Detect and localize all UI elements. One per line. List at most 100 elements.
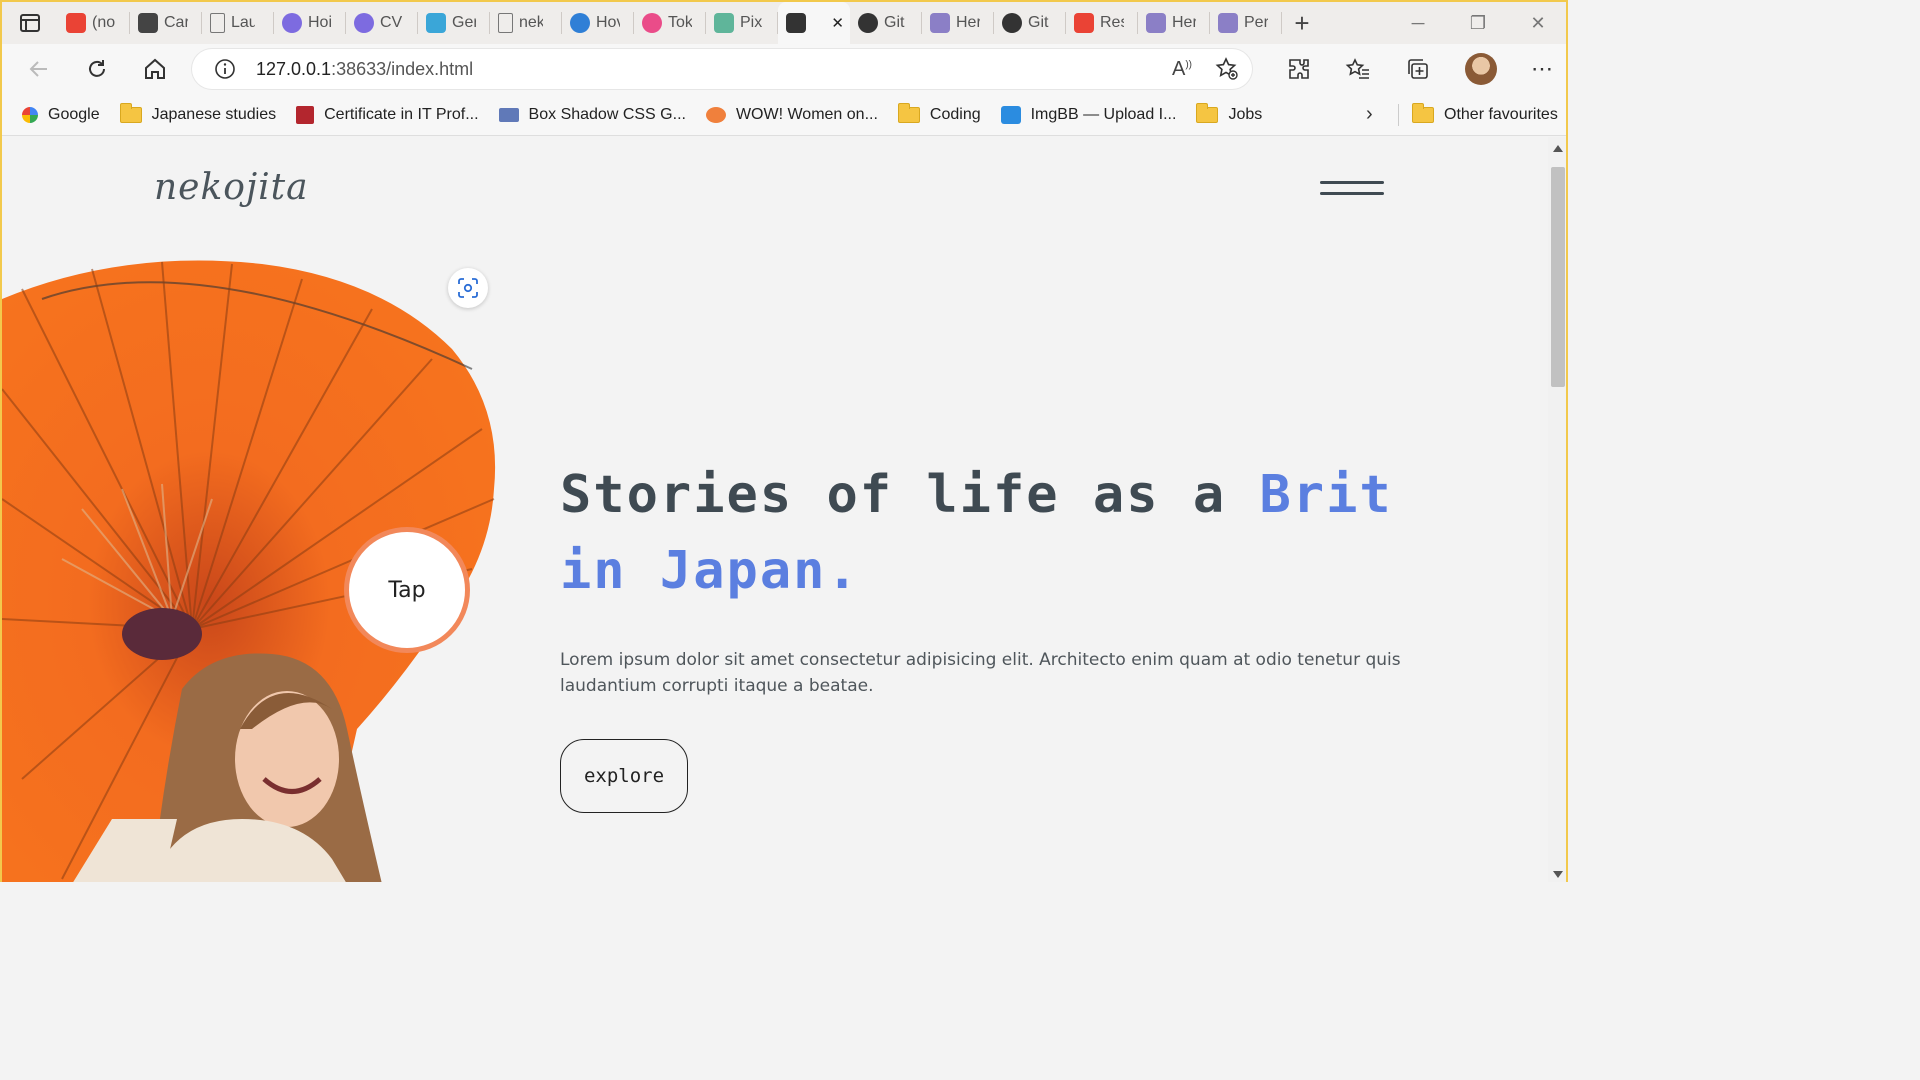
- bookmarks-divider: [1398, 104, 1399, 126]
- browser-tab[interactable]: (no: [58, 2, 130, 44]
- github-icon: [858, 13, 878, 33]
- tab-label: Git: [1028, 14, 1049, 31]
- explore-button[interactable]: explore: [560, 739, 688, 813]
- site-logo[interactable]: nekojita: [154, 167, 309, 208]
- dribbble-icon: [642, 13, 662, 33]
- bookmark-item[interactable]: Box Shadow CSS G...: [498, 106, 686, 124]
- bookmark-item[interactable]: Jobs: [1196, 102, 1263, 124]
- address-bar[interactable]: 127.0.0.1:38633/index.html A)): [192, 49, 1252, 89]
- browser-tab[interactable]: Res: [1066, 2, 1138, 44]
- profile-avatar[interactable]: [1465, 53, 1497, 85]
- browser-tab[interactable]: CV: [346, 2, 418, 44]
- browser-tab[interactable]: Hoi: [274, 2, 346, 44]
- box-icon: [498, 107, 519, 122]
- ibb-icon: [1000, 105, 1021, 124]
- read-aloud-icon[interactable]: A)): [1172, 58, 1192, 81]
- back-button[interactable]: [10, 44, 68, 94]
- browser-tab[interactable]: Lau: [202, 2, 274, 44]
- bookmark-label: Jobs: [1228, 105, 1263, 123]
- refresh-button[interactable]: [68, 44, 126, 94]
- extensions-icon[interactable]: [1287, 57, 1311, 81]
- close-tab-icon[interactable]: ✕: [831, 14, 844, 32]
- tab-actions-button[interactable]: [2, 2, 58, 44]
- scroll-up-arrow-icon[interactable]: [1553, 145, 1563, 152]
- canva-icon: [282, 13, 302, 33]
- tab-label: Ger: [452, 14, 476, 31]
- bookmark-item[interactable]: ImgBB — Upload I...: [1000, 105, 1177, 124]
- browser-tab[interactable]: Car: [130, 2, 202, 44]
- other-favourites-label: Other favourites: [1444, 105, 1558, 123]
- visual-search-button[interactable]: [448, 268, 488, 308]
- back-arrow-icon: [29, 61, 47, 77]
- close-window-button[interactable]: ✕: [1508, 2, 1566, 44]
- tab-label: Car: [164, 14, 188, 31]
- document-icon: [498, 13, 513, 33]
- browser-tab[interactable]: Her: [1138, 2, 1210, 44]
- page-scrollbar[interactable]: [1548, 137, 1566, 882]
- gmail-icon: [66, 13, 86, 33]
- browser-tab[interactable]: Per: [1210, 2, 1282, 44]
- scroll-down-arrow-icon[interactable]: [1553, 871, 1563, 878]
- scrollbar-thumb[interactable]: [1551, 167, 1565, 387]
- hamburger-menu-button[interactable]: [1320, 177, 1386, 197]
- bookmark-item[interactable]: Japanese studies: [119, 102, 277, 124]
- favourites-icon[interactable]: [1345, 57, 1371, 81]
- tab-label: Hov: [596, 14, 620, 31]
- folder-icon: [1196, 102, 1219, 123]
- browser-tab[interactable]: Git: [994, 2, 1066, 44]
- t-logo-icon: [296, 105, 315, 124]
- bookmark-label: ImgBB — Upload I...: [1030, 105, 1177, 123]
- url-text[interactable]: 127.0.0.1:38633/index.html: [256, 59, 473, 80]
- browser-tab[interactable]: Ger: [418, 2, 490, 44]
- new-tab-button[interactable]: +: [1282, 2, 1322, 44]
- browser-tab[interactable]: Her: [922, 2, 994, 44]
- web-page: nekojita Tap Stories of life as a Brit i…: [2, 137, 1548, 882]
- minimize-button[interactable]: ─: [1388, 2, 1448, 44]
- browser-tab[interactable]: ✕: [778, 2, 850, 44]
- more-favourites-chevron-icon[interactable]: ›: [1366, 103, 1373, 126]
- bookmark-item[interactable]: WOW! Women on...: [705, 106, 878, 124]
- browser-tab[interactable]: Git: [850, 2, 922, 44]
- tab-label: Git: [884, 14, 905, 31]
- hero-headline: Stories of life as a Brit in Japan.: [560, 457, 1460, 609]
- add-favourite-icon[interactable]: [1214, 56, 1240, 82]
- browser-tab[interactable]: Tok: [634, 2, 706, 44]
- restore-button[interactable]: ❐: [1448, 2, 1508, 44]
- bookmark-item[interactable]: Coding: [897, 102, 981, 124]
- wow-icon: [705, 106, 726, 123]
- browser-tab[interactable]: Pix: [706, 2, 778, 44]
- gmail-icon: [1074, 13, 1094, 33]
- tap-button[interactable]: Tap: [344, 527, 470, 653]
- heroku-icon: [930, 13, 950, 33]
- more-options-icon[interactable]: ⋯: [1531, 56, 1554, 82]
- tab-label: Pix: [740, 14, 763, 31]
- home-button[interactable]: [126, 44, 184, 94]
- menu-line-icon: [1320, 181, 1384, 184]
- bookmark-label: Google: [48, 105, 100, 123]
- pixel-icon: [714, 13, 734, 33]
- tab-label: Lau: [231, 14, 255, 31]
- site-info-icon[interactable]: [214, 58, 236, 80]
- tab-strip: (no Car Lau Hoi CV Ger nek Hov Tok Pix ✕ Git Her Git R…: [2, 2, 1566, 44]
- browser-tab[interactable]: nek: [490, 2, 562, 44]
- collections-icon[interactable]: [1405, 57, 1431, 81]
- folder-icon: [119, 102, 142, 123]
- tab-label: CV: [380, 14, 403, 31]
- bookmark-label: Coding: [929, 105, 981, 123]
- tab-actions-icon: [20, 14, 40, 32]
- bookmark-item[interactable]: Google: [22, 106, 100, 124]
- bookmark-item[interactable]: Certificate in IT Prof...: [296, 105, 479, 124]
- headline-text: Stories of life as a: [560, 465, 1260, 525]
- browser-window: (no Car Lau Hoi CV Ger nek Hov Tok Pix ✕ Git Her Git R…: [0, 0, 1568, 882]
- bookmark-label: Japanese studies: [151, 105, 277, 123]
- google-icon: [22, 106, 38, 123]
- tab-label: Tok: [668, 14, 692, 31]
- other-favourites-folder[interactable]: Other favourites: [1412, 102, 1558, 124]
- browser-tab[interactable]: Hov: [562, 2, 634, 44]
- tab-label: nek: [519, 14, 543, 31]
- tab-label: (no: [92, 14, 116, 31]
- tab-label: Hoi: [308, 14, 332, 31]
- tab-label: Her: [956, 14, 980, 31]
- menu-line-icon: [1320, 192, 1384, 195]
- address-toolbar: 127.0.0.1:38633/index.html A)) ⋯: [2, 44, 1566, 94]
